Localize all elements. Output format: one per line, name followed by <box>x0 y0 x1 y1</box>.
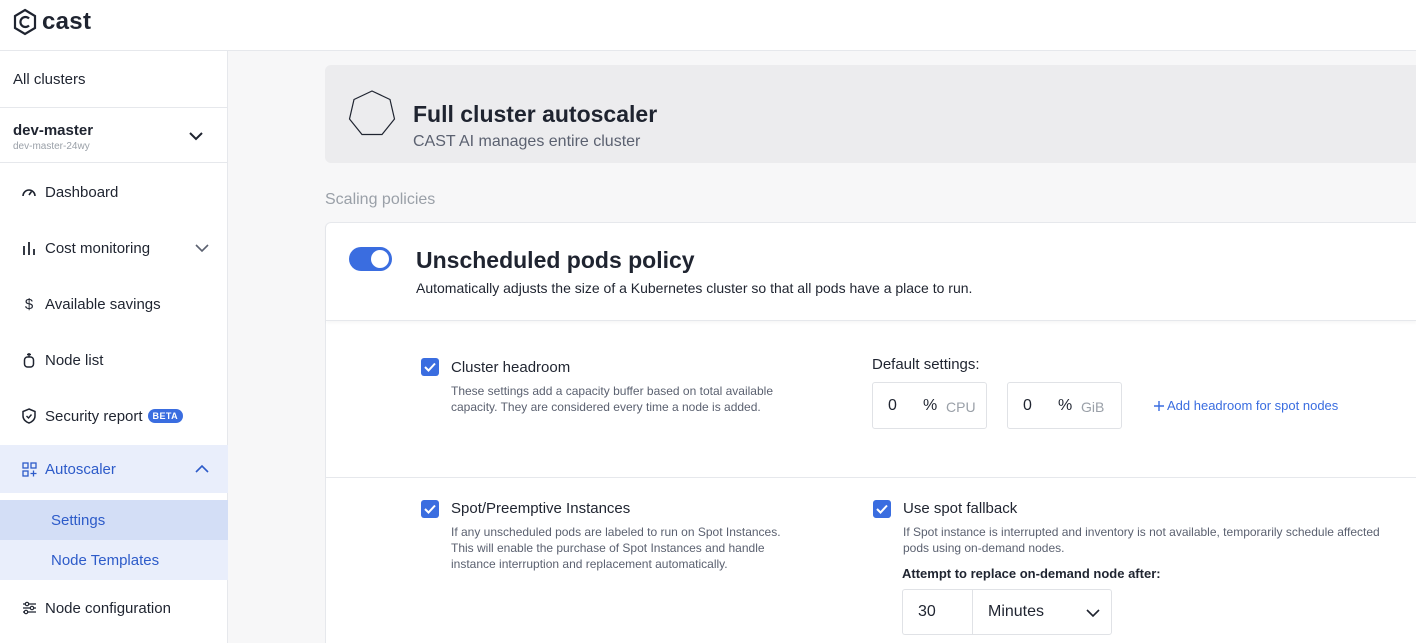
cluster-id: dev-master-24wy <box>13 141 90 152</box>
sidebar-item-available-savings[interactable]: $ Available savings <box>0 284 228 324</box>
sidebar-item-label: Autoscaler <box>45 460 116 478</box>
dollar-icon: $ <box>24 295 34 313</box>
sidebar-subitem-label: Settings <box>51 511 106 529</box>
autoscaler-mode-subtitle: CAST AI manages entire cluster <box>413 133 641 150</box>
sidebar-item-dashboard[interactable]: Dashboard <box>0 172 228 212</box>
bar-chart-icon <box>20 239 38 257</box>
spot-instances-title: Spot/Preemptive Instances <box>451 500 631 517</box>
autoscaler-mode-card: Full cluster autoscaler CAST AI manages … <box>325 65 1416 163</box>
node-icon <box>20 351 38 369</box>
add-spot-headroom-label: Add headroom for spot nodes <box>1167 398 1339 413</box>
sidebar-item-cost-monitoring[interactable]: Cost monitoring <box>0 228 228 268</box>
sidebar-subitem-node-templates[interactable]: Node Templates <box>0 540 228 580</box>
description-line: This will enable the purchase of Spot In… <box>451 541 765 555</box>
heptagon-icon <box>348 90 396 136</box>
description-line: If any unscheduled pods are labeled to r… <box>451 525 781 539</box>
unscheduled-pods-policy-card: Unscheduled pods policy Automatically ad… <box>325 222 1416 643</box>
row-divider <box>326 477 1416 478</box>
chevron-down-icon <box>1086 609 1100 618</box>
add-spot-headroom-link[interactable]: Add headroom for spot nodes <box>1153 398 1338 413</box>
divider <box>0 162 228 163</box>
default-settings-label: Default settings: <box>872 356 980 373</box>
chevron-down-icon <box>189 132 203 141</box>
description-line: If Spot instance is interrupted and inve… <box>903 525 1380 539</box>
chevron-up-icon <box>195 464 209 473</box>
top-bar: cast <box>0 0 1416 51</box>
autoscaler-mode-title: Full cluster autoscaler <box>413 101 658 127</box>
cluster-headroom-title: Cluster headroom <box>451 359 571 376</box>
sidebar-item-label: Node configuration <box>45 599 171 617</box>
checkmark-icon <box>424 504 436 514</box>
main-content: Full cluster autoscaler CAST AI manages … <box>229 51 1416 643</box>
divider <box>0 107 228 108</box>
cast-logo[interactable]: cast <box>12 8 91 36</box>
chevron-down-icon <box>195 244 209 253</box>
cpu-headroom-value: 0 <box>888 397 897 414</box>
sidebar: All clusters dev-master dev-master-24wy … <box>0 51 228 643</box>
sliders-icon <box>20 599 38 617</box>
plus-icon <box>1154 400 1164 411</box>
logo-text: cast <box>42 8 92 35</box>
sidebar-item-label: Available savings <box>45 295 161 313</box>
sidebar-item-label: Node list <box>45 351 104 369</box>
spot-instances-description: If any unscheduled pods are labeled to r… <box>451 524 781 572</box>
policy-title: Unscheduled pods policy <box>416 247 695 273</box>
all-clusters-link[interactable]: All clusters <box>13 71 86 88</box>
sidebar-subitem-settings[interactable]: Settings <box>0 500 228 540</box>
policy-description: Automatically adjusts the size of a Kube… <box>416 280 973 296</box>
description-line: instance interruption and replacement au… <box>451 557 728 571</box>
replace-after-label: Attempt to replace on-demand node after: <box>902 566 1161 581</box>
beta-badge: BETA <box>147 409 183 423</box>
description-line: These settings add a capacity buffer bas… <box>451 384 773 398</box>
sidebar-item-node-list[interactable]: Node list <box>0 340 228 380</box>
memory-headroom-value: 0 <box>1023 397 1032 414</box>
section-label: Scaling policies <box>325 191 436 208</box>
cluster-headroom-checkbox[interactable] <box>421 358 439 376</box>
spot-fallback-description: If Spot instance is interrupted and inve… <box>903 524 1380 556</box>
sidebar-item-security-report[interactable]: Security report BETA <box>0 396 228 436</box>
checkmark-icon <box>424 362 436 372</box>
dashboard-gauge-icon <box>20 183 38 201</box>
sidebar-item-label: Cost monitoring <box>45 239 151 257</box>
policy-header: Unscheduled pods policy Automatically ad… <box>326 223 1416 321</box>
spot-instances-checkbox[interactable] <box>421 500 439 518</box>
sidebar-item-node-configuration[interactable]: Node configuration <box>0 588 228 628</box>
percent-symbol: % <box>1058 397 1073 414</box>
toggle-knob <box>371 250 389 268</box>
spot-fallback-checkbox[interactable] <box>873 500 891 518</box>
replace-after-unit-select[interactable]: Minutes <box>972 589 1112 635</box>
cpu-headroom-input[interactable]: 0 % CPU <box>872 382 987 429</box>
cluster-name: dev-master <box>13 122 94 139</box>
autoscaler-grid-icon <box>20 460 38 478</box>
cast-logo-icon <box>13 8 37 36</box>
spot-fallback-title: Use spot fallback <box>903 500 1018 517</box>
policy-enabled-toggle[interactable] <box>349 247 392 271</box>
selected-unit: Minutes <box>988 603 1045 620</box>
percent-symbol: % <box>923 397 938 414</box>
replace-after-input[interactable]: 30 <box>902 589 973 635</box>
memory-headroom-input[interactable]: 0 % GiB <box>1007 382 1122 429</box>
sidebar-subitem-label: Node Templates <box>51 551 160 569</box>
sidebar-item-autoscaler[interactable]: Autoscaler <box>0 445 228 493</box>
checkmark-icon <box>876 504 888 514</box>
description-line: capacity. They are considered every time… <box>451 400 761 414</box>
cpu-unit-label: CPU <box>946 399 976 415</box>
sidebar-item-label: Dashboard <box>45 183 119 201</box>
description-line: pods using on-demand nodes. <box>903 541 1065 555</box>
cluster-headroom-description: These settings add a capacity buffer bas… <box>451 383 773 415</box>
memory-unit-label: GiB <box>1081 399 1105 415</box>
sidebar-item-label: Security report <box>45 407 143 425</box>
shield-icon <box>20 407 38 425</box>
